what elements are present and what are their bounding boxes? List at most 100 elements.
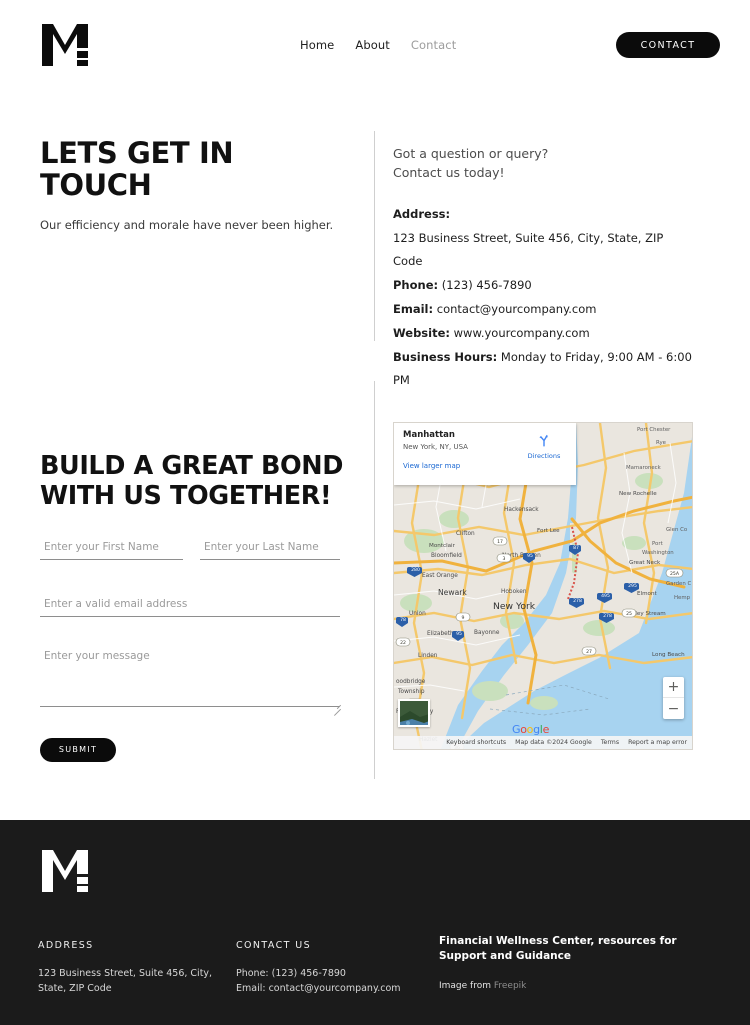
directions-label: Directions bbox=[527, 452, 561, 460]
site-footer: ADDRESS 123 Business Street, Suite 456, … bbox=[0, 820, 750, 1025]
footer-address-text: 123 Business Street, Suite 456, City, St… bbox=[38, 968, 213, 995]
footer-tagline: Financial Wellness Center, resources for… bbox=[439, 935, 677, 963]
lead-line-2: Contact us today! bbox=[393, 165, 505, 181]
submit-button[interactable]: SUBMIT bbox=[40, 737, 116, 762]
website-value: www.yourcompany.com bbox=[453, 325, 590, 340]
map-attribution-bar: Keyboard shortcuts Map data ©2024 Google… bbox=[394, 736, 692, 749]
map-data-label: Map data ©2024 Google bbox=[515, 739, 592, 746]
nav-item-home[interactable]: Home bbox=[300, 38, 334, 52]
report-map-error-link[interactable]: Report a map error bbox=[628, 739, 687, 746]
footer-logo-icon[interactable] bbox=[42, 850, 88, 892]
map-route-shield: 78 bbox=[396, 617, 408, 627]
phone-value: (123) 456-7890 bbox=[441, 278, 532, 293]
svg-text:3: 3 bbox=[503, 556, 506, 562]
intro-block: LETS GET IN TOUCH Our efficiency and mor… bbox=[40, 137, 350, 234]
vertical-divider-bottom bbox=[374, 381, 375, 779]
map-place-label: Hackensack bbox=[504, 507, 539, 513]
message-textarea[interactable] bbox=[40, 646, 340, 707]
svg-text:495: 495 bbox=[601, 593, 610, 599]
street-view-thumbnail[interactable] bbox=[398, 699, 430, 727]
freepik-link[interactable]: Freepik bbox=[494, 981, 527, 991]
phone-row: Phone: (123) 456-7890 bbox=[393, 274, 693, 298]
footer-address-heading: ADDRESS bbox=[38, 940, 94, 951]
map-route-shield: 9 bbox=[455, 612, 471, 622]
contact-form-block: BUILD A GREAT BOND WITH US TOGETHER! Ent… bbox=[40, 451, 345, 762]
nav-item-about[interactable]: About bbox=[355, 38, 390, 52]
footer-contact-column: CONTACT US Phone: (123) 456-7890 Email: … bbox=[236, 940, 431, 997]
map-place-label: Port Chester bbox=[637, 427, 671, 433]
map-place-label: East Orange bbox=[422, 573, 458, 579]
map-info-card[interactable]: Manhattan New York, NY, USA View larger … bbox=[394, 423, 576, 485]
svg-text:25A: 25A bbox=[670, 571, 680, 577]
map-route-shield: 95 bbox=[452, 631, 464, 641]
first-name-input[interactable] bbox=[40, 540, 183, 560]
site-header: Home About Contact CONTACT bbox=[0, 0, 750, 90]
contact-details-block: Got a question or query? Contact us toda… bbox=[393, 144, 693, 393]
footer-tagline-column: Financial Wellness Center, resources for… bbox=[439, 934, 689, 991]
form-heading-line-1: BUILD A GREAT BOND bbox=[40, 451, 343, 481]
map-place-label: Bloomfield bbox=[431, 553, 462, 559]
map-zoom-controls[interactable]: + − bbox=[663, 677, 684, 719]
map-place-label: Linden bbox=[418, 653, 438, 659]
hours-row: Business Hours: Monday to Friday, 9:00 A… bbox=[393, 346, 693, 394]
google-map[interactable]: Port Chester Rye Mamaroneck New Rochelle Hac… bbox=[393, 422, 693, 750]
message-field bbox=[40, 646, 342, 716]
map-place-label: Hemp bbox=[674, 595, 691, 601]
email-field bbox=[40, 592, 340, 617]
map-place-label: Montclair bbox=[429, 543, 456, 549]
vertical-divider-top bbox=[374, 131, 375, 341]
map-place-label: Bayonne bbox=[474, 630, 500, 636]
map-route-shield: 280 bbox=[407, 567, 422, 577]
main-nav: Home About Contact bbox=[300, 38, 456, 52]
map-directions-button[interactable]: Directions bbox=[522, 432, 566, 460]
map-place-label: Washington bbox=[642, 550, 674, 556]
map-place-label: Mamaroneck bbox=[626, 465, 662, 471]
email-input[interactable] bbox=[40, 597, 340, 617]
map-place-label: New Rochelle bbox=[619, 491, 657, 497]
map-route-shield: 278 bbox=[599, 613, 614, 623]
svg-text:27: 27 bbox=[586, 649, 592, 655]
svg-text:95: 95 bbox=[527, 553, 533, 559]
page-root: Home About Contact CONTACT LETS GET IN T… bbox=[0, 0, 750, 1025]
svg-text:78: 78 bbox=[400, 617, 406, 623]
svg-text:9: 9 bbox=[462, 615, 465, 621]
map-place-label: Township bbox=[397, 689, 425, 695]
zoom-in-button[interactable]: + bbox=[663, 677, 684, 698]
map-place-label: Elmont bbox=[637, 591, 658, 597]
last-name-input[interactable] bbox=[200, 540, 340, 560]
logo-icon[interactable] bbox=[42, 24, 88, 66]
name-row bbox=[40, 535, 345, 560]
last-name-field bbox=[200, 535, 340, 560]
address-value: 123 Business Street, Suite 456, City, St… bbox=[393, 230, 664, 269]
map-route-shield: 25A bbox=[665, 568, 684, 578]
directions-icon bbox=[539, 434, 548, 447]
map-place-label: Hoboken bbox=[501, 589, 527, 595]
footer-phone-line: Phone: (123) 456-7890 bbox=[236, 968, 346, 979]
nav-item-contact[interactable]: Contact bbox=[411, 38, 456, 52]
zoom-out-button[interactable]: − bbox=[663, 698, 684, 719]
email-row: Email: contact@yourcompany.com bbox=[393, 298, 693, 322]
view-larger-map-link[interactable]: View larger map bbox=[403, 462, 567, 470]
map-route-shield: 3 bbox=[496, 553, 512, 563]
page-subtitle: Our efficiency and morale have never bee… bbox=[40, 217, 334, 232]
map-place-label: New York bbox=[493, 601, 536, 612]
map-place-label: Port bbox=[652, 541, 663, 547]
keyboard-shortcuts-label[interactable]: Keyboard shortcuts bbox=[446, 739, 506, 746]
phone-label: Phone: bbox=[393, 278, 439, 293]
svg-text:22: 22 bbox=[400, 640, 406, 646]
map-route-shield: 22 bbox=[395, 637, 411, 647]
svg-text:280: 280 bbox=[411, 567, 420, 573]
website-label: Website: bbox=[393, 325, 450, 340]
map-place-label: Rye bbox=[656, 440, 667, 446]
map-place-label: Newark bbox=[438, 588, 467, 597]
map-route-shield: 278 bbox=[569, 598, 584, 608]
header-contact-button[interactable]: CONTACT bbox=[616, 32, 720, 58]
email-label: Email: bbox=[393, 301, 434, 316]
form-heading-line-2: WITH US TOGETHER! bbox=[40, 480, 332, 511]
map-route-shield: 495 bbox=[597, 593, 612, 603]
hours-label: Business Hours: bbox=[393, 349, 498, 364]
address-label: Address: bbox=[393, 206, 451, 221]
footer-image-credit: Image from Freepik bbox=[439, 981, 689, 991]
contact-detail-list: Address: 123 Business Street, Suite 456,… bbox=[393, 203, 693, 393]
terms-link[interactable]: Terms bbox=[601, 739, 619, 746]
